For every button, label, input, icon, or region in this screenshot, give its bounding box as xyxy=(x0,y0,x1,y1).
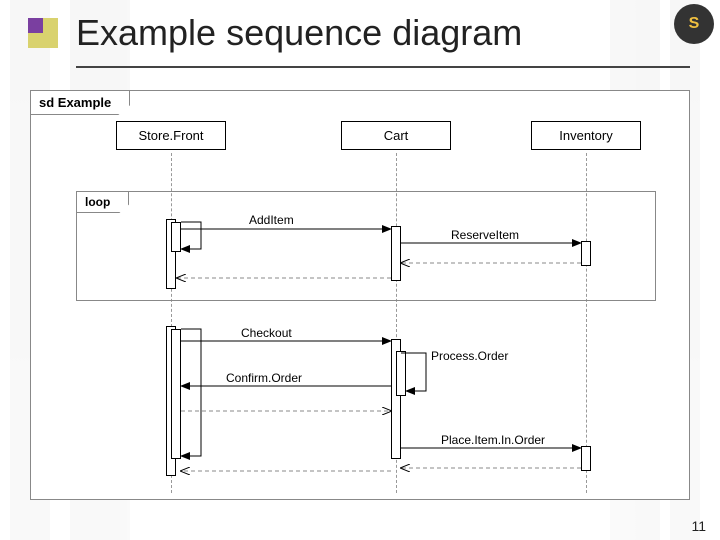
logo-letter: S xyxy=(689,15,700,33)
activation-bar xyxy=(396,351,406,396)
message-label-reserveitem: ReserveItem xyxy=(451,228,519,242)
activation-bar xyxy=(581,241,591,266)
message-label-processorder: Process.Order xyxy=(431,349,508,363)
lifeline-head-inventory: Inventory xyxy=(531,121,641,150)
activation-bar xyxy=(171,329,181,459)
slide: Example sequence diagram S sd Example St… xyxy=(0,0,720,540)
lifeline-head-cart: Cart xyxy=(341,121,451,150)
title-bullet-icon xyxy=(28,18,58,48)
message-label-checkout: Checkout xyxy=(241,326,292,340)
activation-bar xyxy=(581,446,591,471)
loop-label: loop xyxy=(76,191,129,213)
logo-badge: S xyxy=(674,4,714,44)
title-underline xyxy=(76,66,690,68)
activation-bar xyxy=(391,226,401,281)
loop-fragment: loop xyxy=(76,191,656,301)
slide-title: Example sequence diagram xyxy=(76,12,522,54)
sequence-diagram-frame: sd Example Store.Front Cart Inventory lo… xyxy=(30,90,690,500)
activation-bar xyxy=(171,222,181,252)
message-label-placeitem: Place.Item.In.Order xyxy=(441,433,545,447)
page-number: 11 xyxy=(691,518,706,534)
message-label-confirmorder: Confirm.Order xyxy=(226,371,302,385)
title-bar: Example sequence diagram xyxy=(28,12,522,54)
frame-label: sd Example xyxy=(30,90,130,115)
lifeline-head-storefront: Store.Front xyxy=(116,121,226,150)
message-label-additem: AddItem xyxy=(249,213,294,227)
